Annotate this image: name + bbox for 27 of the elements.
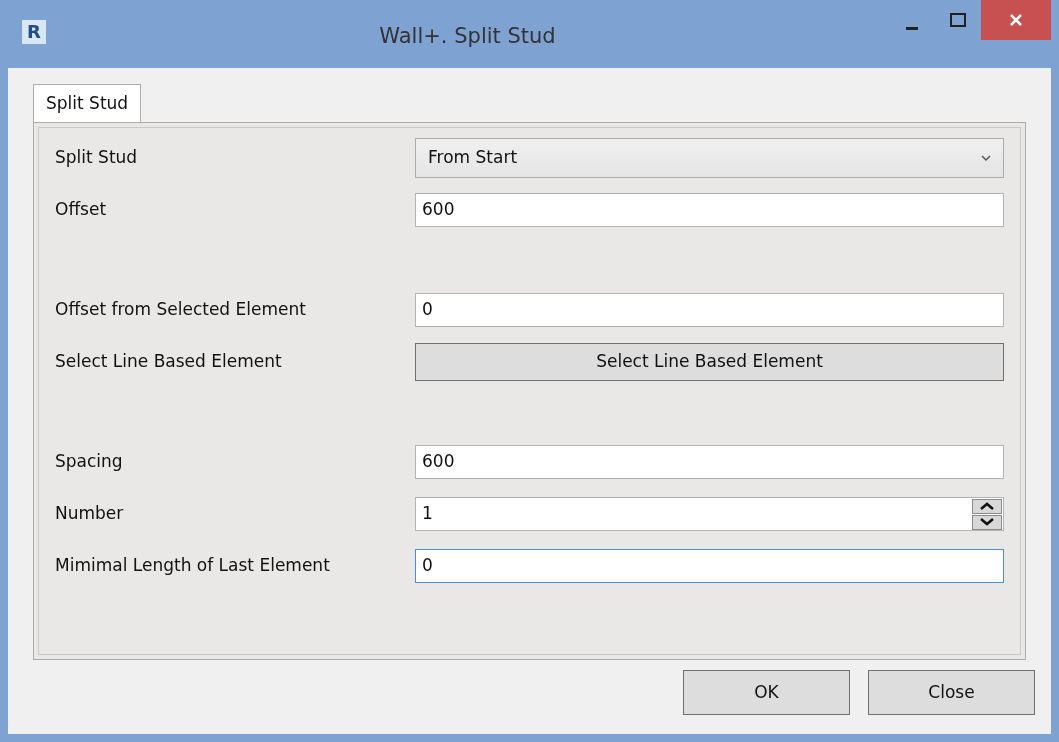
field-label: Select Line Based Element xyxy=(55,350,283,374)
number-spinner[interactable]: 1 xyxy=(415,497,1004,531)
maximize-icon xyxy=(950,13,966,27)
field-label: Mimimal Length of Last Element xyxy=(55,554,331,578)
dialog-button[interactable]: OK xyxy=(683,670,850,715)
select-element-button[interactable]: Select Line Based Element xyxy=(415,343,1004,381)
minimize-icon xyxy=(906,26,918,30)
dropdown[interactable]: From Start xyxy=(415,138,1004,178)
input-field[interactable]: 0 xyxy=(415,549,1004,583)
input-field[interactable]: 0 xyxy=(415,293,1004,327)
chevron-down-icon xyxy=(980,518,994,526)
input-field[interactable]: 600 xyxy=(415,445,1004,479)
app-logo-icon: R xyxy=(22,20,46,44)
field-label: Offset from Selected Element xyxy=(55,298,307,322)
field-label: Number xyxy=(55,502,125,526)
chevron-down-icon xyxy=(981,154,991,162)
field-label: Offset xyxy=(55,198,108,222)
field-label: Spacing xyxy=(55,450,124,474)
chevron-up-icon xyxy=(980,502,994,510)
input-field[interactable]: 600 xyxy=(415,193,1004,227)
window-title: Wall+. Split Stud xyxy=(378,23,557,50)
close-icon xyxy=(1009,13,1023,27)
decrement-button[interactable] xyxy=(972,514,1002,530)
tab[interactable]: Split Stud xyxy=(33,84,142,122)
increment-button[interactable] xyxy=(972,498,1002,514)
dialog-button[interactable]: Close xyxy=(868,670,1035,715)
field-label: Split Stud xyxy=(55,146,139,170)
